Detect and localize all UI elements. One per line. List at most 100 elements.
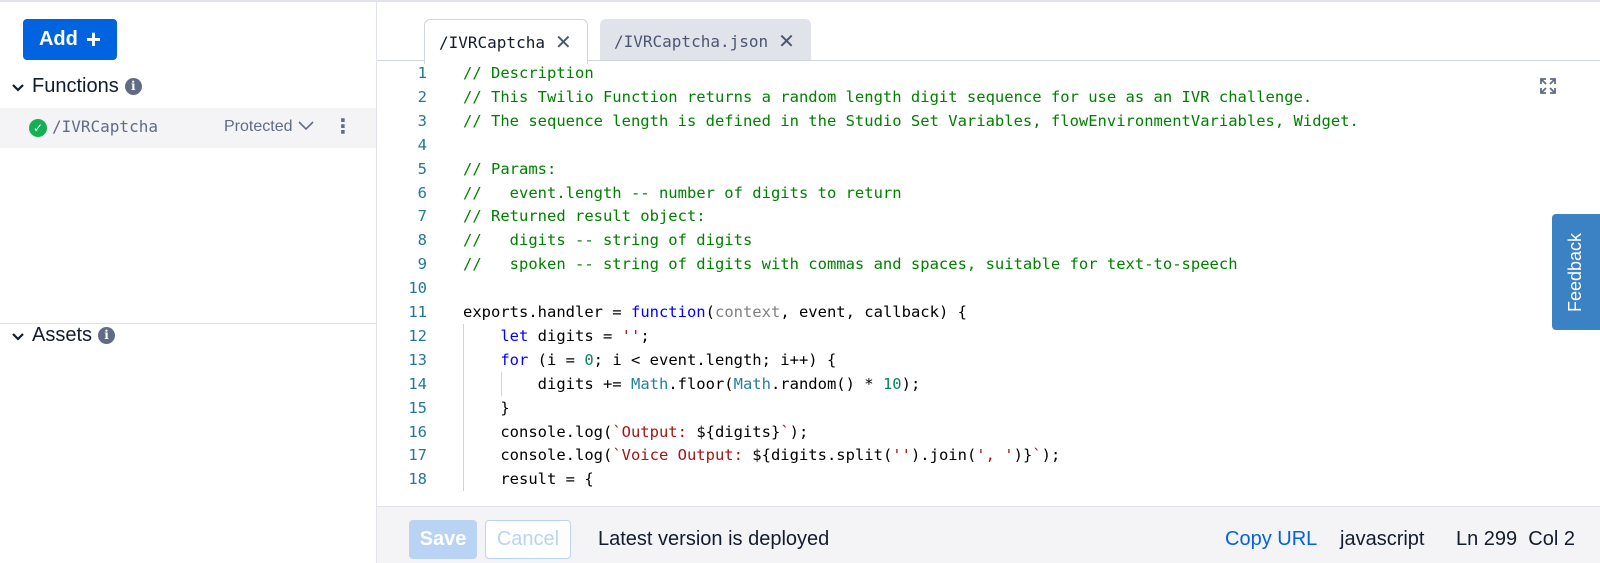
- assets-section-header[interactable]: Assets i: [10, 321, 116, 349]
- code-text: for (i = 0; i < event.length; i++) {: [463, 348, 836, 372]
- code-token: // spoken -- string of digits with comma…: [463, 255, 1238, 274]
- code-token: exports.handler =: [463, 303, 631, 321]
- code-token: '': [621, 326, 641, 345]
- code-editor[interactable]: 1 // Description 2 // This Twilio Function …: [377, 61, 1600, 506]
- function-list-item[interactable]: ✓ /IVRCaptcha Protected ⋮: [0, 108, 376, 148]
- code-token: `: [1032, 446, 1042, 465]
- language-indicator: javascript: [1340, 528, 1425, 550]
- add-button[interactable]: Add +: [23, 19, 117, 60]
- code-text: console.log(`Voice Output: ${digits.spli…: [463, 443, 1060, 467]
- code-token: ; i < event.length; i++) {: [593, 350, 837, 369]
- code-token: (: [705, 303, 715, 321]
- code-token: digits +=: [463, 374, 631, 393]
- indent-guide: [501, 371, 502, 396]
- copy-url-link[interactable]: Copy URL: [1225, 528, 1317, 551]
- code-token: )}: [1013, 446, 1033, 465]
- tab-label: /IVRCaptcha: [439, 32, 545, 52]
- line-number: 7: [417, 207, 427, 226]
- check-circle-icon: ✓: [29, 119, 47, 137]
- code-line[interactable]: 3 // The sequence length is defined in th…: [377, 109, 1600, 133]
- line-number: 11: [408, 303, 427, 321]
- code-token: '': [892, 446, 911, 465]
- code-line[interactable]: 17 console.log(`Voice Output: ${digits.s…: [377, 443, 1600, 467]
- line-number: 1: [417, 64, 427, 82]
- functions-section-header[interactable]: Functions i: [10, 72, 142, 100]
- line-number: 2: [417, 87, 427, 106]
- code-text: // Params:: [463, 157, 556, 181]
- info-icon[interactable]: i: [124, 77, 142, 95]
- code-token: .random() *: [770, 374, 883, 393]
- code-token: Math: [733, 374, 771, 393]
- code-text: // spoken -- string of digits with comma…: [463, 252, 1238, 276]
- code-token: result = {: [463, 470, 594, 489]
- code-line[interactable]: 4: [377, 133, 1600, 157]
- code-line[interactable]: 7 // Returned result object:: [377, 204, 1600, 228]
- line-number: 14: [408, 374, 427, 393]
- cancel-button[interactable]: Cancel: [485, 520, 571, 559]
- kebab-icon[interactable]: ⋮: [333, 116, 353, 140]
- tab-ivrcaptcha[interactable]: /IVRCaptcha ✕: [424, 19, 588, 64]
- code-line[interactable]: 8 // digits -- string of digits: [377, 228, 1600, 252]
- code-line[interactable]: 12 let digits = '';: [377, 324, 1600, 348]
- line-number: 4: [417, 135, 427, 154]
- line-number: 13: [408, 350, 427, 369]
- indent-guide: [463, 323, 464, 492]
- code-line[interactable]: 9 // spoken -- string of digits with comm…: [377, 252, 1600, 276]
- code-line[interactable]: 6 // event.length -- number of digits to …: [377, 181, 1600, 205]
- editor-status-bar: Save Cancel Latest version is deployed C…: [377, 506, 1600, 563]
- line-number: 17: [408, 446, 427, 465]
- code-line[interactable]: 2 // This Twilio Function returns a rando…: [377, 85, 1600, 109]
- code-line[interactable]: 5 // Params:: [377, 157, 1600, 181]
- code-token: console.log(: [463, 446, 613, 465]
- code-token: Math: [630, 374, 669, 393]
- cursor-position: Ln 299 Col 2: [1456, 528, 1575, 550]
- close-icon[interactable]: ✕: [555, 30, 572, 54]
- code-token: (i =: [528, 350, 585, 369]
- code-line[interactable]: 15 }: [377, 396, 1600, 420]
- line-number: 9: [417, 255, 427, 274]
- code-text: // digits -- string of digits: [463, 228, 752, 252]
- sidebar: Add + Functions i ✓ /IVRCaptcha Protecte…: [0, 2, 377, 563]
- tab-ivrcaptcha-json[interactable]: /IVRCaptcha.json ✕: [600, 19, 811, 63]
- close-icon[interactable]: ✕: [778, 29, 795, 53]
- chevron-down-icon: [298, 118, 315, 136]
- save-button[interactable]: Save: [409, 520, 477, 559]
- visibility-select[interactable]: Protected: [224, 118, 315, 136]
- code-text: // event.length -- number of digits to r…: [463, 181, 902, 205]
- code-token: , event, callback) {: [780, 303, 967, 321]
- code-token: // digits -- string of digits: [463, 231, 753, 250]
- line-number: 5: [417, 159, 427, 178]
- assets-label: Assets: [32, 323, 93, 346]
- add-button-label: Add: [38, 28, 78, 50]
- code-token: ;: [640, 326, 650, 345]
- line-number: 3: [417, 111, 427, 130]
- code-token: // This Twilio Function returns a random…: [463, 87, 1313, 106]
- code-token: console.log(: [463, 422, 613, 441]
- code-token: }: [463, 398, 510, 417]
- plus-icon: +: [85, 23, 102, 54]
- code-line[interactable]: 14 digits += Math.floor(Math.random() * …: [377, 372, 1600, 396]
- code-text: result = {: [463, 467, 594, 491]
- feedback-button[interactable]: Feedback: [1552, 214, 1600, 330]
- code-token: 0: [584, 350, 594, 369]
- function-name: /IVRCaptcha: [52, 117, 158, 136]
- line-number: 15: [408, 398, 427, 417]
- code-line[interactable]: 11 exports.handler = function(context, ev…: [377, 300, 1600, 324]
- code-line[interactable]: 18 result = {: [377, 467, 1600, 491]
- code-line[interactable]: 10: [377, 276, 1600, 300]
- code-token: ${digits.split(: [752, 446, 893, 465]
- code-text: console.log(`Output: ${digits}`);: [463, 420, 808, 444]
- code-token: // Description: [463, 64, 594, 82]
- code-token: context: [714, 303, 781, 321]
- code-line[interactable]: 16 console.log(`Output: ${digits}`);: [377, 420, 1600, 444]
- code-line[interactable]: 1 // Description: [377, 61, 1600, 85]
- tab-label: /IVRCaptcha.json: [614, 31, 769, 51]
- code-token: let: [500, 326, 529, 345]
- code-line[interactable]: 13 for (i = 0; i < event.length; i++) {: [377, 348, 1600, 372]
- code-token: ).join(: [910, 446, 977, 465]
- code-token: );: [901, 374, 921, 393]
- code-token: );: [1041, 446, 1061, 465]
- info-icon[interactable]: i: [98, 326, 116, 344]
